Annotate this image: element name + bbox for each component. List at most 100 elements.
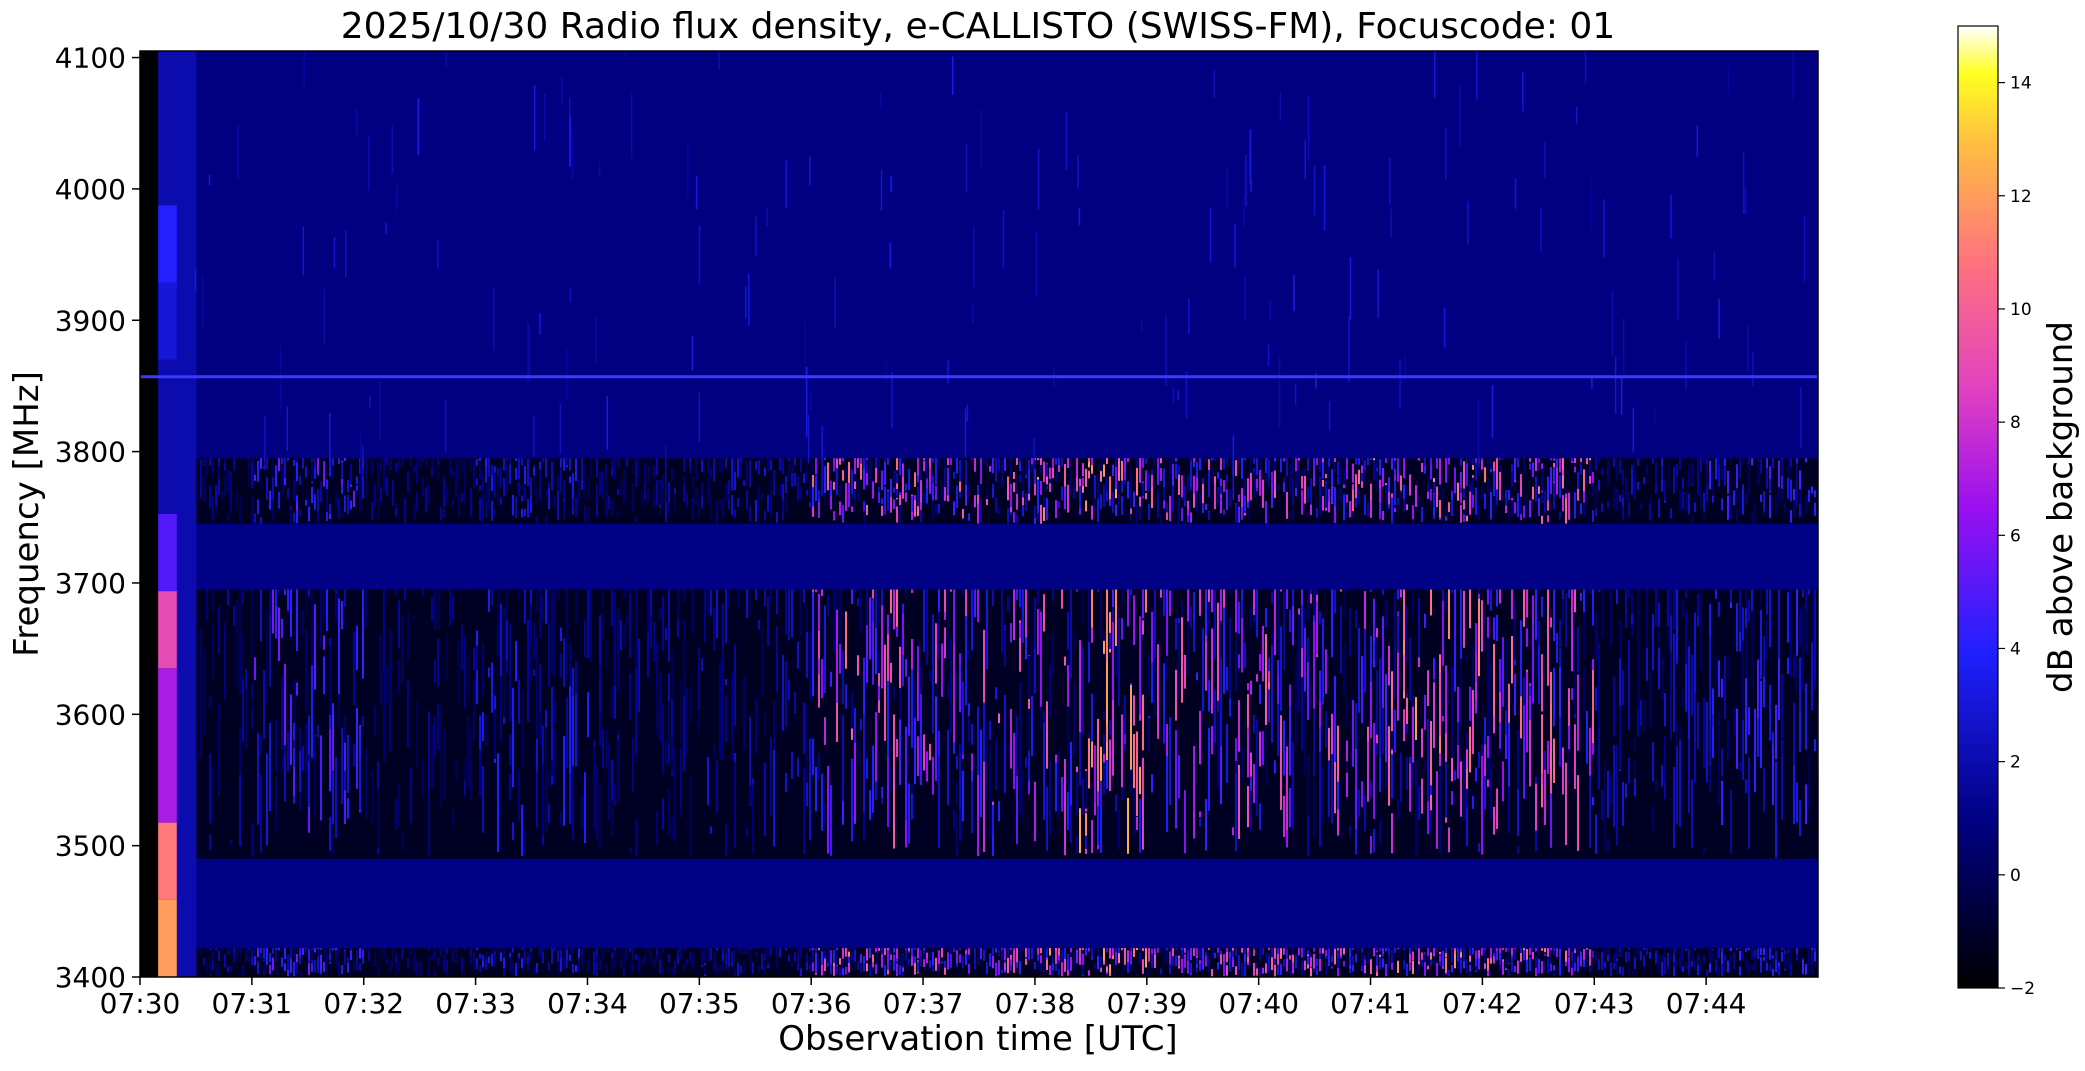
burst-streak — [1211, 628, 1213, 714]
burst-streak — [1484, 963, 1486, 969]
burst-streak — [497, 753, 499, 853]
burst-streak — [1649, 494, 1651, 503]
burst-streak — [1175, 618, 1177, 650]
burst-streak — [992, 804, 994, 835]
burst-streak — [896, 739, 898, 758]
burst-streak — [1037, 486, 1039, 514]
burst-streak — [902, 955, 904, 966]
burst-streak — [1082, 948, 1084, 951]
burst-streak — [929, 743, 931, 761]
burst-streak — [1397, 589, 1399, 600]
burst-streak — [1292, 509, 1294, 522]
burst-streak — [998, 960, 1000, 976]
burst-streak — [1460, 957, 1462, 973]
burst-streak — [566, 960, 568, 969]
burst-streak — [479, 953, 481, 959]
burst-streak — [995, 687, 997, 700]
burst-streak — [1127, 797, 1129, 854]
burst-streak — [1112, 464, 1114, 477]
burst-streak — [803, 589, 805, 604]
burst-streak — [1154, 948, 1156, 956]
burst-streak — [413, 615, 415, 621]
burst-streak — [1142, 948, 1144, 952]
burst-streak — [659, 607, 661, 619]
burst-streak — [1031, 640, 1033, 696]
burst-streak — [473, 462, 475, 488]
burst-streak — [527, 626, 529, 722]
burst-streak — [842, 458, 844, 462]
noise-streak — [807, 414, 810, 464]
burst-streak — [389, 959, 391, 973]
burst-streak — [893, 948, 895, 953]
burst-streak — [899, 646, 901, 689]
burst-streak — [1709, 693, 1711, 725]
burst-streak — [875, 955, 877, 964]
burst-streak — [1439, 948, 1441, 952]
noise-streak — [565, 347, 568, 399]
burst-streak — [818, 753, 820, 780]
burst-streak — [1100, 589, 1102, 608]
burst-streak — [1406, 606, 1408, 662]
burst-streak — [1430, 589, 1432, 616]
burst-streak — [1544, 490, 1546, 514]
burst-streak — [1763, 767, 1765, 812]
burst-streak — [1049, 483, 1051, 492]
burst-streak — [1781, 476, 1783, 489]
burst-streak — [881, 470, 883, 491]
burst-streak — [980, 729, 982, 818]
noise-streak — [264, 416, 266, 471]
burst-streak — [1679, 729, 1681, 828]
noise-streak — [1611, 291, 1614, 356]
burst-streak — [1736, 464, 1738, 484]
burst-streak — [680, 678, 682, 747]
colorbar-tick-label: 0 — [2010, 866, 2021, 886]
burst-streak — [1757, 948, 1759, 959]
burst-streak — [1670, 949, 1672, 961]
burst-streak — [824, 458, 826, 461]
burst-streak — [1403, 484, 1405, 500]
burst-streak — [1274, 458, 1276, 462]
burst-streak — [1157, 491, 1159, 518]
burst-streak — [1085, 468, 1087, 483]
burst-streak — [1124, 734, 1126, 744]
burst-streak — [1556, 467, 1558, 495]
burst-streak — [1544, 769, 1546, 826]
burst-streak — [611, 799, 613, 838]
burst-streak — [224, 954, 226, 968]
burst-streak — [977, 589, 979, 623]
burst-streak — [1481, 458, 1483, 461]
burst-streak — [386, 477, 388, 497]
y-tick-label: 3500 — [55, 830, 126, 863]
burst-streak — [1157, 458, 1159, 468]
burst-streak — [437, 589, 439, 631]
frequency-band — [140, 51, 1818, 459]
burst-streak — [293, 961, 295, 977]
burst-streak — [725, 824, 727, 856]
burst-streak — [662, 595, 664, 652]
burst-streak — [1604, 962, 1606, 969]
burst-streak — [1229, 489, 1231, 507]
burst-streak — [275, 965, 277, 976]
burst-streak — [452, 810, 454, 827]
noise-streak — [1584, 51, 1587, 84]
burst-streak — [761, 492, 763, 501]
burst-streak — [728, 948, 730, 954]
burst-streak — [1790, 963, 1792, 977]
burst-streak — [1628, 757, 1630, 784]
burst-streak — [1175, 948, 1177, 951]
burst-streak — [1121, 618, 1123, 640]
burst-streak — [968, 948, 970, 955]
burst-streak — [1622, 781, 1624, 826]
burst-streak — [926, 952, 928, 959]
burst-streak — [1520, 620, 1522, 697]
burst-streak — [719, 458, 721, 472]
burst-streak — [1730, 495, 1732, 520]
burst-streak — [977, 948, 979, 963]
burst-streak — [935, 623, 937, 684]
burst-streak — [932, 756, 934, 795]
burst-streak — [1070, 948, 1072, 953]
calibration-column — [140, 51, 160, 977]
burst-streak — [764, 948, 766, 955]
burst-streak — [818, 458, 820, 461]
burst-streak — [695, 463, 697, 475]
